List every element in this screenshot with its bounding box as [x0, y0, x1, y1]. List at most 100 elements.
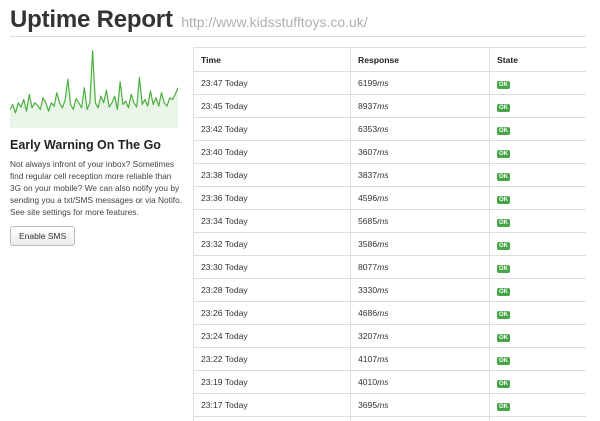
- response-cell: 3207ms: [350, 324, 490, 348]
- state-cell: OK: [489, 255, 586, 279]
- response-cell: 8937ms: [350, 94, 490, 118]
- response-value: 3330: [358, 285, 378, 295]
- response-cell: 4686ms: [350, 301, 490, 325]
- response-value: 3837: [358, 170, 378, 180]
- time-cell: 23:36 Today: [193, 186, 351, 210]
- response-value: 4596: [358, 193, 378, 203]
- response-value: 3695: [358, 400, 378, 410]
- response-unit: ms: [377, 101, 389, 111]
- table-header-row: Time Response State: [193, 47, 586, 72]
- time-cell: 23:22 Today: [193, 347, 351, 371]
- uptime-table-container: Time Response State 23:47 Today 6199ms OK 2…: [193, 47, 586, 421]
- response-value: 6199: [358, 78, 378, 88]
- response-value: 3207: [358, 331, 378, 341]
- response-unit: ms: [377, 308, 389, 318]
- state-cell: OK: [489, 163, 586, 187]
- enable-sms-button[interactable]: Enable SMS: [10, 226, 76, 246]
- table-row: 23:36 Today 4596ms OK: [193, 186, 586, 210]
- status-badge: OK: [497, 402, 510, 411]
- state-cell: OK: [489, 347, 586, 371]
- response-value: 8937: [358, 101, 378, 111]
- response-value: 4107: [358, 354, 378, 364]
- response-cell: 4010ms: [350, 370, 490, 394]
- response-value: 5685: [358, 216, 378, 226]
- response-cell: 3607ms: [350, 140, 490, 164]
- response-value: 4686: [358, 308, 378, 318]
- status-badge: OK: [497, 218, 510, 227]
- table-row: 23:30 Today 8077ms OK: [193, 255, 586, 279]
- sidebar-heading: Early Warning On The Go: [10, 138, 161, 152]
- response-unit: ms: [377, 193, 389, 203]
- status-badge: OK: [497, 287, 510, 296]
- page-header: Uptime Report http://www.kidsstufftoys.c…: [10, 6, 586, 37]
- state-cell: OK: [489, 186, 586, 210]
- response-unit: ms: [377, 124, 389, 134]
- state-cell: OK: [489, 278, 586, 302]
- status-badge: OK: [497, 80, 510, 89]
- response-cell: 3330ms: [350, 278, 490, 302]
- status-badge: OK: [497, 333, 510, 342]
- table-body: 23:47 Today 6199ms OK 23:45 Today 8937ms OK 23…: [193, 71, 586, 421]
- response-cell: 4596ms: [350, 186, 490, 210]
- status-badge: OK: [497, 310, 510, 319]
- state-cell: OK: [489, 301, 586, 325]
- response-unit: ms: [377, 239, 389, 249]
- state-cell: OK: [489, 209, 586, 233]
- table-row: 23:22 Today 4107ms OK: [193, 347, 586, 371]
- response-value: 8077: [358, 262, 378, 272]
- time-cell: 23:34 Today: [193, 209, 351, 233]
- time-cell: 23:30 Today: [193, 255, 351, 279]
- table-row: 23:34 Today 5685ms OK: [193, 209, 586, 233]
- time-cell: 23:26 Today: [193, 301, 351, 325]
- time-cell: 23:38 Today: [193, 163, 351, 187]
- response-unit: ms: [377, 400, 389, 410]
- state-cell: OK: [489, 370, 586, 394]
- time-cell: 23:47 Today: [193, 71, 351, 95]
- state-cell: OK: [489, 324, 586, 348]
- response-cell: [350, 416, 490, 421]
- table-row: 23:24 Today 3207ms OK: [193, 324, 586, 348]
- table-row: 23:40 Today 3607ms OK: [193, 140, 586, 164]
- site-url: http://www.kidsstufftoys.co.uk/: [181, 14, 368, 30]
- response-value: 3586: [358, 239, 378, 249]
- sidebar-description: Not always infront of your inbox? Someti…: [10, 159, 183, 217]
- table-row: 23:45 Today 8937ms OK: [193, 94, 586, 118]
- table-row: 23:38 Today 3837ms OK: [193, 163, 586, 187]
- state-cell: OK: [489, 94, 586, 118]
- status-badge: OK: [497, 126, 510, 135]
- table-row: [193, 416, 586, 421]
- status-badge: OK: [497, 172, 510, 181]
- state-cell: OK: [489, 393, 586, 417]
- sidebar: Early Warning On The Go Not always infro…: [10, 44, 182, 246]
- time-cell: 23:32 Today: [193, 232, 351, 256]
- table-row: 23:42 Today 6353ms OK: [193, 117, 586, 141]
- response-cell: 3695ms: [350, 393, 490, 417]
- response-cell: 3837ms: [350, 163, 490, 187]
- response-value: 3607: [358, 147, 378, 157]
- time-cell: 23:24 Today: [193, 324, 351, 348]
- status-badge: OK: [497, 195, 510, 204]
- response-unit: ms: [377, 262, 389, 272]
- state-cell: OK: [489, 117, 586, 141]
- table-row: 23:17 Today 3695ms OK: [193, 393, 586, 417]
- status-badge: OK: [497, 103, 510, 112]
- table-row: 23:47 Today 6199ms OK: [193, 71, 586, 95]
- state-cell: [489, 416, 586, 421]
- response-cell: 6353ms: [350, 117, 490, 141]
- status-badge: OK: [497, 241, 510, 250]
- response-value: 4010: [358, 377, 378, 387]
- state-cell: OK: [489, 232, 586, 256]
- table-row: 23:32 Today 3586ms OK: [193, 232, 586, 256]
- response-cell: 8077ms: [350, 255, 490, 279]
- page-title: Uptime Report: [10, 6, 173, 33]
- column-header-state: State: [489, 47, 586, 72]
- response-cell: 6199ms: [350, 71, 490, 95]
- response-unit: ms: [377, 147, 389, 157]
- uptime-sparkline: [10, 50, 178, 128]
- response-unit: ms: [377, 377, 389, 387]
- time-cell: 23:19 Today: [193, 370, 351, 394]
- time-cell: 23:45 Today: [193, 94, 351, 118]
- time-cell: [193, 416, 351, 421]
- response-cell: 3586ms: [350, 232, 490, 256]
- response-value: 6353: [358, 124, 378, 134]
